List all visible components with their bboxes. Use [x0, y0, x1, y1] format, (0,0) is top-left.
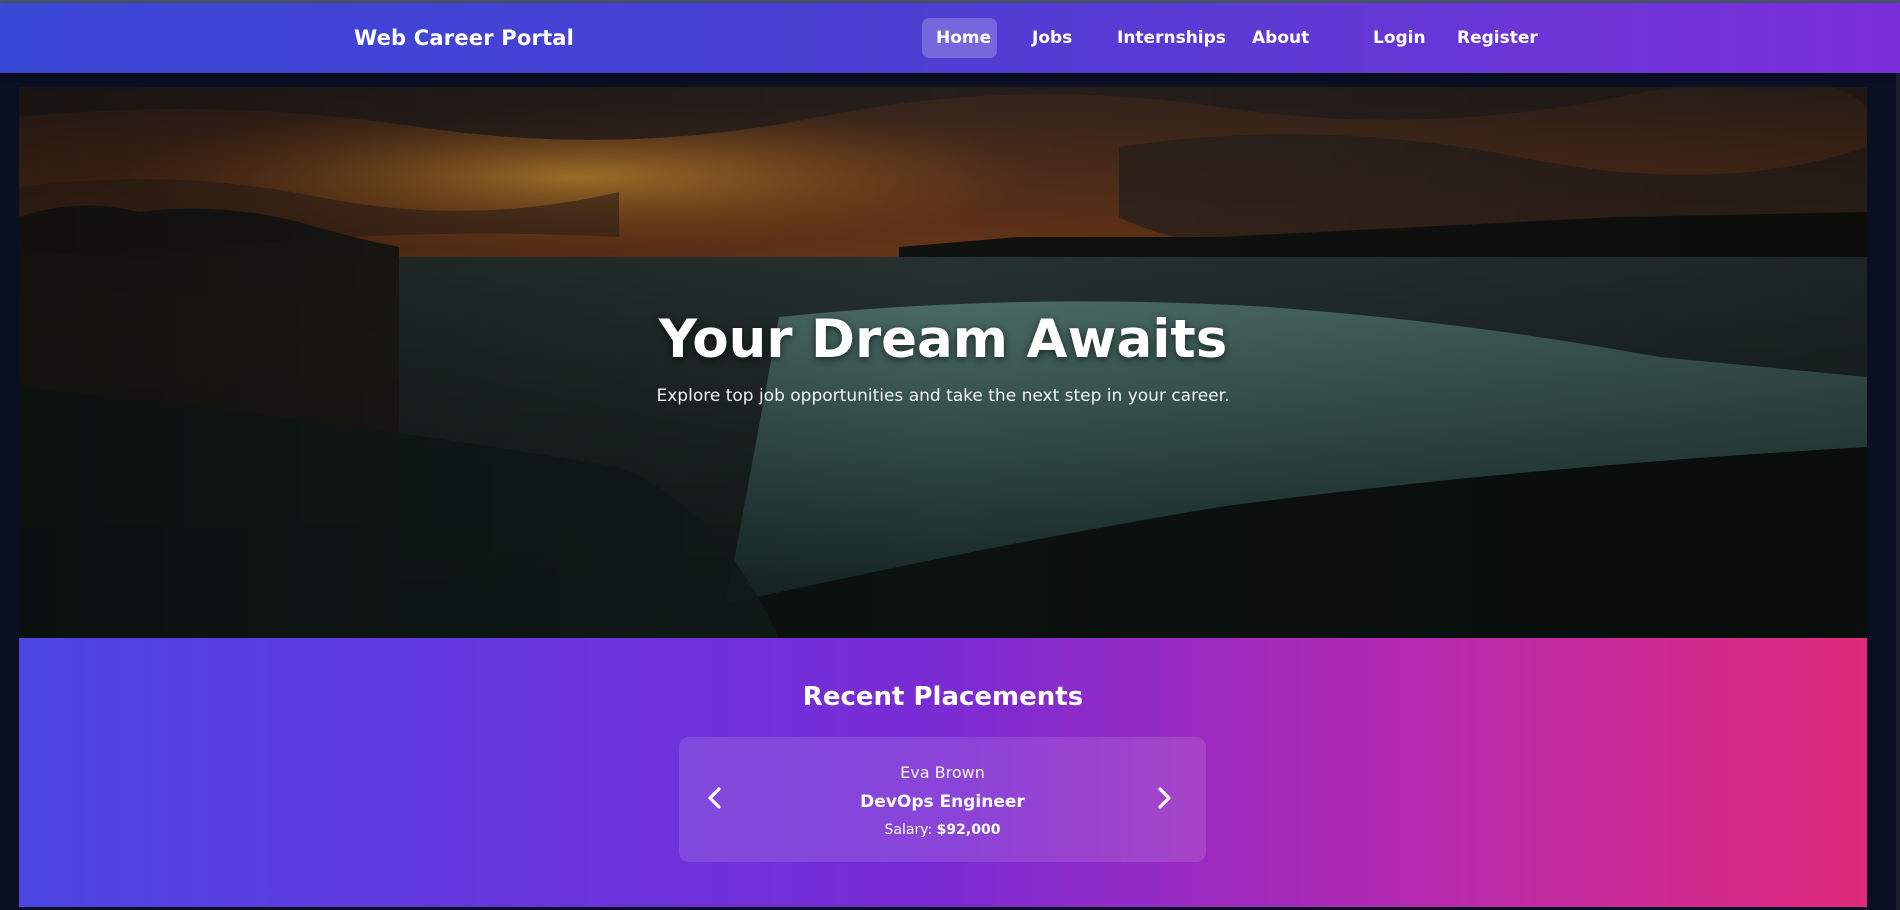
navbar: Web Career Portal Home Jobs Internships …	[0, 3, 1896, 73]
scrollbar-thumb[interactable]	[1896, 3, 1900, 73]
salary-label: Salary:	[884, 822, 937, 838]
nav-link-login[interactable]: Login	[1359, 18, 1427, 58]
brand-logo-text[interactable]: Web Career Portal	[354, 3, 574, 73]
nav-link-internships[interactable]: Internships	[1103, 18, 1226, 58]
hero-subtitle: Explore top job opportunities and take t…	[656, 386, 1230, 406]
placement-role: DevOps Engineer	[860, 792, 1025, 812]
nav-link-jobs[interactable]: Jobs	[1018, 18, 1082, 58]
hero-banner: Your Dream Awaits Explore top job opport…	[19, 87, 1867, 638]
placement-card: Eva Brown DevOps Engineer Salary: $92,00…	[679, 737, 1206, 862]
nav-link-home[interactable]: Home	[922, 18, 997, 58]
scrollbar-track[interactable]	[1896, 3, 1900, 910]
recent-placements-section: Recent Placements Eva Brown DevOps Engin…	[19, 638, 1867, 907]
nav-link-register[interactable]: Register	[1443, 18, 1538, 58]
salary-value: $92,000	[936, 822, 1001, 838]
chevron-right-icon[interactable]	[1146, 781, 1180, 815]
nav-link-about[interactable]: About	[1238, 18, 1314, 58]
hero-title: Your Dream Awaits	[658, 309, 1228, 370]
placement-name: Eva Brown	[900, 763, 985, 782]
section-title: Recent Placements	[802, 682, 1084, 712]
placement-salary: Salary: $92,000	[679, 822, 1206, 838]
